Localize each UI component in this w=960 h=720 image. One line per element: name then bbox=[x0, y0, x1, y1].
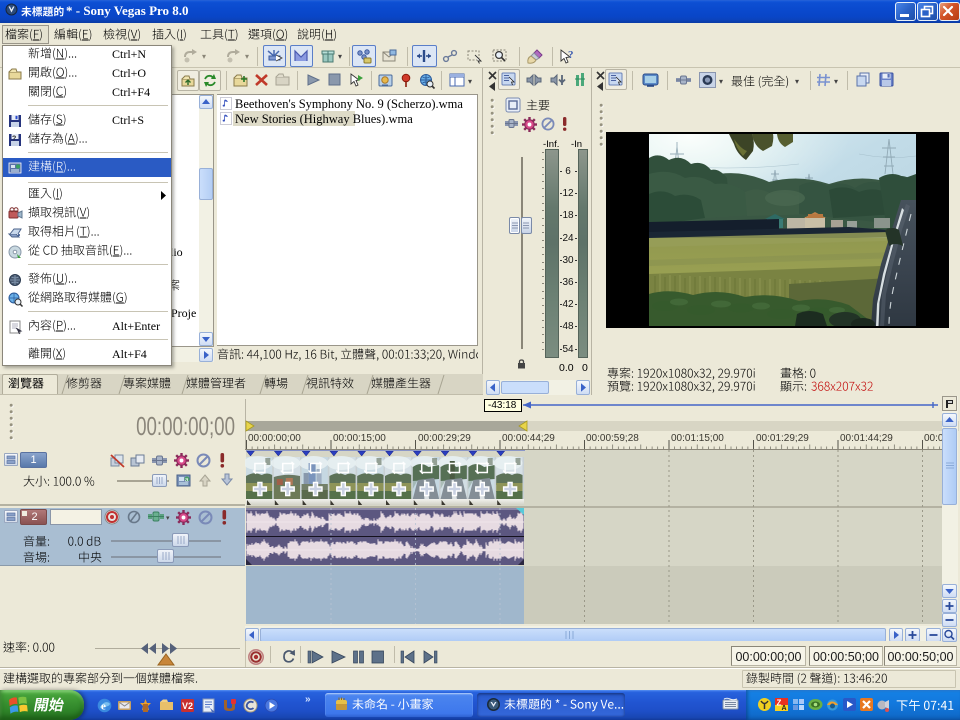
svg-text:?: ? bbox=[12, 136, 16, 143]
svg-text:V2: V2 bbox=[182, 701, 193, 711]
svg-text:?: ? bbox=[568, 49, 574, 61]
svg-text:A: A bbox=[782, 705, 787, 712]
svg-text:e: e bbox=[101, 701, 106, 713]
